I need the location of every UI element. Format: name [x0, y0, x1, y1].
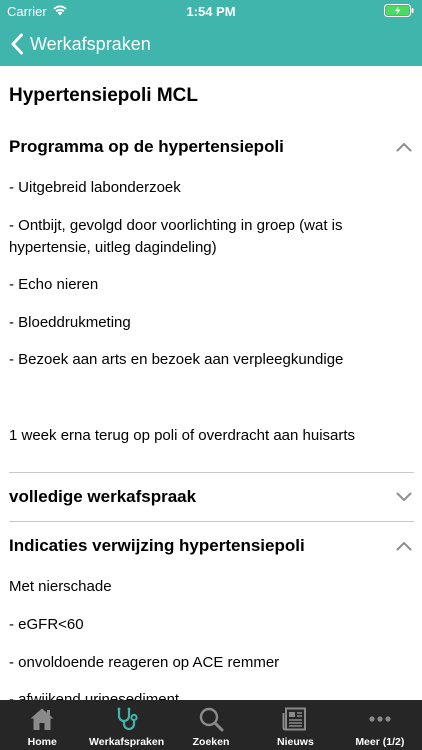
paragraph: 1 week erna terug op poli of overdracht …: [9, 427, 356, 444]
tab-label: Home: [27, 736, 57, 748]
tab-zoeken[interactable]: Zoeken: [169, 700, 253, 750]
paragraph: - eGFR<60: [9, 616, 84, 633]
tab-label: Werkafspraken: [89, 736, 165, 748]
chevron-up-icon: [396, 143, 412, 152]
paragraph: - Uitgebreid labonderzoek: [9, 179, 181, 196]
status-bar: Carrier 1:54 PM: [0, 0, 422, 22]
nav-bar: Werkafspraken: [0, 22, 422, 66]
newspaper-icon: [282, 707, 307, 731]
tab-label: Zoeken: [192, 736, 230, 748]
chevron-up-icon: [396, 542, 412, 551]
tab-label: Meer (1/2): [355, 736, 405, 748]
status-time: 1:54 PM: [186, 4, 236, 19]
stethoscope-icon: [117, 707, 138, 731]
section-header-indicaties[interactable]: Indicaties verwijzing hypertensiepoli: [9, 531, 414, 561]
section-title: Indicaties verwijzing hypertensiepoli: [9, 536, 305, 555]
tab-bar: Home Werkafspraken Zoeken Nieuws Meer (1…: [0, 700, 422, 750]
content-area[interactable]: Hypertensiepoli MCL Programma op de hype…: [0, 66, 422, 700]
tab-werkafspraken[interactable]: Werkafspraken: [84, 700, 168, 750]
section-header-volledige-werkafspraak[interactable]: volledige werkafspraak: [9, 482, 414, 512]
back-button[interactable]: Werkafspraken: [10, 31, 151, 57]
tab-home[interactable]: Home: [0, 700, 84, 750]
back-button-label: Werkafspraken: [30, 33, 151, 54]
tab-label: Nieuws: [277, 736, 314, 748]
paragraph: Met nierschade: [9, 578, 112, 595]
divider: [9, 521, 414, 522]
tab-nieuws[interactable]: Nieuws: [253, 700, 337, 750]
paragraph: - Echo nieren: [9, 276, 99, 293]
paragraph: - afwijkend urinesediment: [9, 691, 180, 700]
paragraph: - Ontbijt, gevolgd door voorlichting in …: [9, 217, 343, 256]
section-header-programma[interactable]: Programma op de hypertensiepoli: [9, 132, 414, 162]
section-title: volledige werkafspraak: [9, 487, 197, 506]
divider: [9, 472, 414, 473]
paragraph: - onvoldoende reageren op ACE remmer: [9, 654, 280, 671]
chevron-down-icon: [396, 492, 412, 501]
page-title: Hypertensiepoli MCL: [9, 85, 198, 106]
paragraph: - Bezoek aan arts en bezoek aan verpleeg…: [9, 351, 344, 368]
more-icon: [369, 716, 391, 722]
home-icon: [30, 708, 54, 730]
tab-meer[interactable]: Meer (1/2): [338, 700, 422, 750]
paragraph: - Bloeddrukmeting: [9, 314, 131, 331]
search-icon: [199, 707, 224, 732]
chevron-left-icon: [11, 33, 23, 55]
battery-icon: [384, 4, 414, 17]
section-title: Programma op de hypertensiepoli: [9, 137, 284, 156]
app-header: Carrier 1:54 PM Werkafspraken: [0, 0, 422, 66]
